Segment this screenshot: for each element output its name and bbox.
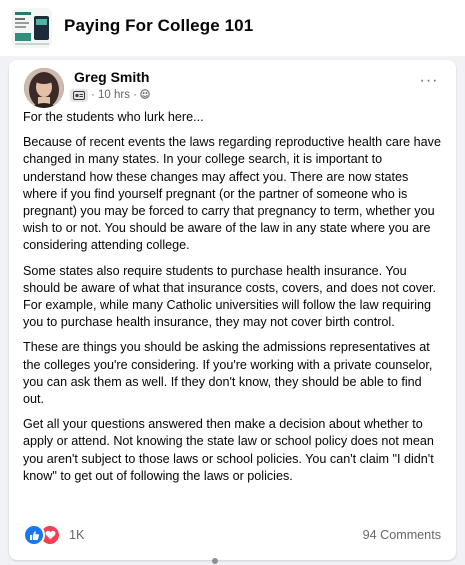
- post-paragraph: Get all your questions answered then mak…: [23, 417, 434, 483]
- reaction-count: 1K: [69, 528, 85, 542]
- author-avatar[interactable]: [24, 68, 64, 108]
- audience-globe-icon: [140, 88, 150, 102]
- group-thumbnail-image: [12, 8, 52, 48]
- post-paragraph: For the students who lurk here...: [23, 110, 204, 124]
- group-thumbnail[interactable]: [12, 8, 52, 48]
- post-paragraph: Some states also require students to pur…: [23, 263, 437, 330]
- comments-count-link[interactable]: 94 Comments: [363, 528, 441, 542]
- post-paragraph: Because of recent events the laws regard…: [23, 135, 441, 253]
- post-meta: · 10 hrs ·: [70, 87, 150, 103]
- member-badge-icon: [70, 88, 88, 102]
- group-title[interactable]: Paying For College 101: [64, 16, 253, 36]
- post-paragraph: These are things you should be asking th…: [23, 340, 433, 407]
- group-header: Paying For College 101: [0, 0, 465, 56]
- post-body: For the students who lurk here... Becaus…: [23, 109, 444, 493]
- author-name[interactable]: Greg Smith: [74, 69, 149, 85]
- avatar-image: [24, 68, 64, 108]
- reactions-summary[interactable]: 1K: [23, 524, 85, 546]
- post-card: Greg Smith · 10 hrs · ··· For the studen…: [9, 60, 456, 560]
- post-timestamp[interactable]: · 10 hrs ·: [91, 89, 137, 101]
- more-options-button[interactable]: ···: [417, 72, 441, 90]
- scroll-indicator: [212, 558, 218, 564]
- like-icon: [23, 524, 45, 546]
